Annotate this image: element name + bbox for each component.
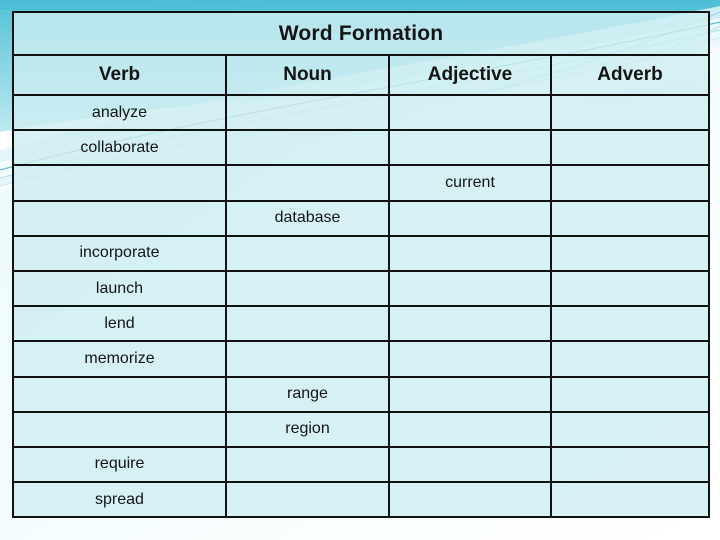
column-header-adjective[interactable]: Adjective (388, 54, 552, 96)
cell-verb[interactable]: collaborate (12, 129, 227, 167)
cell-adjective[interactable] (388, 375, 552, 413)
cell-noun[interactable] (225, 269, 390, 308)
cell-noun[interactable] (225, 129, 390, 167)
cell-verb[interactable]: memorize (12, 340, 227, 378)
cell-adverb[interactable] (549, 375, 711, 413)
table-row: database (12, 199, 711, 237)
word-formation-table: Word Formation Verb Noun Adjective Adver… (11, 11, 711, 519)
cell-noun[interactable] (225, 234, 390, 272)
table-row: range (12, 375, 711, 413)
column-header-noun[interactable]: Noun (225, 54, 390, 96)
table-title-row: Word Formation (11, 11, 711, 56)
cell-verb[interactable]: spread (12, 481, 227, 519)
cell-adverb[interactable] (549, 305, 711, 343)
cell-adverb[interactable] (549, 129, 711, 167)
cell-verb[interactable] (12, 375, 227, 413)
cell-noun[interactable]: database (225, 199, 390, 237)
cell-adverb[interactable] (549, 234, 711, 272)
table-row: require (12, 445, 711, 484)
cell-adjective[interactable] (388, 445, 552, 484)
table-row: memorize (12, 340, 711, 378)
cell-adverb[interactable] (549, 445, 711, 484)
cell-adverb[interactable] (549, 93, 711, 132)
cell-adverb[interactable] (549, 269, 711, 308)
table-row: incorporate (12, 234, 711, 272)
table-row: lend (12, 305, 711, 343)
cell-noun[interactable] (225, 93, 390, 132)
cell-noun[interactable]: range (225, 375, 390, 413)
cell-noun[interactable] (225, 481, 390, 519)
cell-adjective[interactable] (388, 199, 552, 237)
table-row: spread (12, 481, 711, 519)
word-formation-table-container: Word Formation Verb Noun Adjective Adver… (11, 11, 711, 519)
cell-verb[interactable]: analyze (12, 93, 227, 132)
cell-adverb[interactable] (549, 199, 711, 237)
cell-noun[interactable] (225, 445, 390, 484)
cell-noun[interactable] (225, 340, 390, 378)
table-row: launch (12, 269, 711, 308)
cell-verb[interactable] (12, 199, 227, 237)
table-header-row: Verb Noun Adjective Adverb (12, 54, 711, 96)
cell-adjective[interactable] (388, 410, 552, 448)
column-header-verb[interactable]: Verb (12, 54, 227, 96)
cell-verb[interactable]: require (12, 445, 227, 484)
cell-adjective[interactable]: current (388, 164, 552, 202)
cell-noun[interactable]: region (225, 410, 390, 448)
cell-adjective[interactable] (388, 93, 552, 132)
table-title: Word Formation (11, 11, 711, 56)
column-header-adverb[interactable]: Adverb (549, 54, 711, 96)
cell-adverb[interactable] (549, 410, 711, 448)
table-row: region (12, 410, 711, 448)
cell-verb[interactable]: lend (12, 305, 227, 343)
cell-verb[interactable] (12, 164, 227, 202)
cell-verb[interactable] (12, 410, 227, 448)
table-row: analyze (12, 93, 711, 132)
table-row: collaborate (12, 129, 711, 167)
table-row: current (12, 164, 711, 202)
cell-adjective[interactable] (388, 305, 552, 343)
cell-noun[interactable] (225, 164, 390, 202)
cell-verb[interactable]: launch (12, 269, 227, 308)
cell-adjective[interactable] (388, 340, 552, 378)
cell-adjective[interactable] (388, 129, 552, 167)
cell-noun[interactable] (225, 305, 390, 343)
cell-verb[interactable]: incorporate (12, 234, 227, 272)
cell-adverb[interactable] (549, 340, 711, 378)
cell-adverb[interactable] (549, 481, 711, 519)
slide-canvas: Word Formation Verb Noun Adjective Adver… (0, 0, 720, 540)
cell-adjective[interactable] (388, 481, 552, 519)
cell-adverb[interactable] (549, 164, 711, 202)
cell-adjective[interactable] (388, 234, 552, 272)
cell-adjective[interactable] (388, 269, 552, 308)
